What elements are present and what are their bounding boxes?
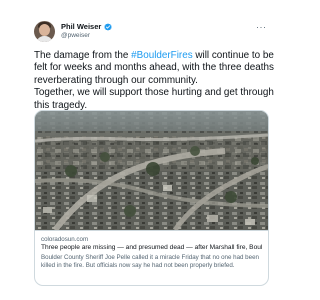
author-handle[interactable]: @pweiser (61, 32, 90, 40)
more-options-icon[interactable]: ··· (256, 23, 267, 32)
aerial-burned-neighborhood-image[interactable] (35, 111, 268, 230)
link-card[interactable]: coloradosun.com Three people are missing… (34, 110, 269, 286)
tweet-text: The damage from the #BoulderFires will c… (34, 50, 274, 112)
link-card-description: Boulder County Sheriff Joe Pelle called … (41, 253, 259, 269)
verified-badge-icon (104, 22, 112, 31)
avatar-face (39, 24, 50, 36)
tweet-text-segment: The damage from the (34, 50, 132, 61)
link-card-title[interactable]: Three people are missing — and presumed … (41, 244, 262, 253)
avatar-shirt (36, 36, 53, 42)
tweet-paragraph-2: Together, we will support those hurting … (34, 87, 274, 111)
author-avatar[interactable] (34, 21, 55, 42)
link-card-domain: coloradosun.com (41, 236, 89, 243)
link-card-meta: coloradosun.com Three people are missing… (35, 230, 268, 285)
tweet: Phil Weiser @pweiser ··· The damage from… (0, 0, 300, 300)
author-name-row: Phil Weiser (61, 22, 112, 31)
author-display-name[interactable]: Phil Weiser (61, 22, 101, 31)
tweet-paragraph-1: The damage from the #BoulderFires will c… (34, 50, 274, 87)
hashtag-link[interactable]: #BoulderFires (131, 50, 192, 61)
